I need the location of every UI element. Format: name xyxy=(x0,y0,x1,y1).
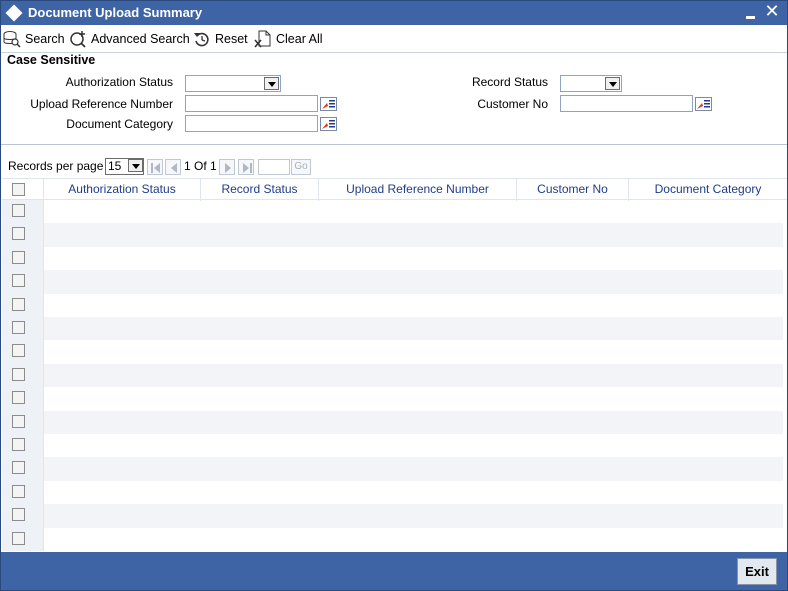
minimize-button[interactable] xyxy=(742,3,760,23)
page-number-input[interactable] xyxy=(258,159,290,175)
chevron-down-icon[interactable] xyxy=(128,159,143,172)
row-checkbox[interactable] xyxy=(12,321,25,334)
clear-all-button[interactable]: Clear All xyxy=(254,30,323,48)
authorization-status-label: Authorization Status xyxy=(65,75,173,89)
grid-body xyxy=(2,200,787,551)
row-checkbox[interactable] xyxy=(12,484,25,498)
document-category-label: Document Category xyxy=(66,117,173,131)
table-row[interactable] xyxy=(44,247,783,270)
previous-page-button[interactable] xyxy=(165,159,181,175)
last-page-icon xyxy=(243,163,252,173)
window-title: Document Upload Summary xyxy=(28,5,203,20)
row-checkbox[interactable] xyxy=(12,391,25,405)
table-row[interactable] xyxy=(44,457,783,481)
row-checkbox[interactable] xyxy=(12,274,25,288)
table-row[interactable] xyxy=(44,317,783,341)
row-checkbox[interactable] xyxy=(12,438,25,451)
advanced-search-icon xyxy=(69,30,87,48)
table-row[interactable] xyxy=(44,294,783,317)
clear-all-label: Clear All xyxy=(276,32,323,46)
row-checkbox[interactable] xyxy=(12,250,25,264)
search-label: Search xyxy=(25,32,65,46)
upload-reference-number-label: Upload Reference Number xyxy=(30,97,173,111)
chevron-down-icon[interactable] xyxy=(605,77,620,90)
advanced-search-button[interactable]: Advanced Search xyxy=(69,30,190,48)
last-page-button[interactable] xyxy=(238,159,254,175)
first-page-icon xyxy=(151,163,160,173)
table-row[interactable] xyxy=(44,504,783,528)
diamond-icon xyxy=(5,4,23,22)
records-per-page-label: Records per page xyxy=(8,159,104,173)
chevron-down-icon[interactable] xyxy=(264,77,279,90)
first-page-button[interactable] xyxy=(147,159,163,175)
row-checkbox[interactable] xyxy=(12,204,25,217)
reset-icon xyxy=(193,30,211,48)
records-per-page-value: 15 xyxy=(108,159,122,173)
row-checkbox[interactable] xyxy=(12,508,25,522)
row-checkbox[interactable] xyxy=(12,344,25,358)
clear-all-icon xyxy=(254,30,272,48)
upload-reference-lov-icon[interactable] xyxy=(320,97,337,111)
table-row[interactable] xyxy=(44,528,783,551)
reset-label: Reset xyxy=(215,32,248,46)
pagination-bar: Records per page 15 1 Of 1 Go xyxy=(1,156,787,178)
case-sensitive-label: Case Sensitive xyxy=(7,53,96,67)
record-status-select[interactable] xyxy=(560,75,622,92)
column-header-customer-no[interactable]: Customer No xyxy=(517,179,629,201)
row-checkbox[interactable] xyxy=(12,227,25,241)
table-row[interactable] xyxy=(44,410,783,434)
column-header-authorization-status[interactable]: Authorization Status xyxy=(44,179,201,201)
header-select-all-cell xyxy=(2,179,44,201)
grid-header: Authorization Status Record Status Uploa… xyxy=(2,178,787,201)
results-grid: Authorization Status Record Status Uploa… xyxy=(2,178,787,551)
table-row[interactable] xyxy=(44,434,783,457)
select-all-checkbox[interactable] xyxy=(12,183,25,196)
customer-no-input[interactable] xyxy=(560,95,693,112)
table-row[interactable] xyxy=(44,270,783,294)
column-header-upload-reference-number[interactable]: Upload Reference Number xyxy=(319,179,517,201)
row-checkbox[interactable] xyxy=(12,414,25,428)
table-row[interactable] xyxy=(44,223,783,247)
close-button[interactable]: ✕ xyxy=(763,1,781,21)
exit-button[interactable]: Exit xyxy=(737,558,777,585)
go-button[interactable]: Go xyxy=(291,159,311,175)
table-row[interactable] xyxy=(44,340,783,363)
reset-button[interactable]: Reset xyxy=(193,30,248,48)
row-checkbox[interactable] xyxy=(12,461,25,475)
customer-no-label: Customer No xyxy=(477,97,548,111)
document-upload-summary-window: Document Upload Summary ✕ Search Advance… xyxy=(0,0,788,591)
row-checkbox[interactable] xyxy=(12,367,25,381)
previous-page-icon xyxy=(171,163,177,173)
records-per-page-select[interactable]: 15 xyxy=(105,158,144,175)
table-row[interactable] xyxy=(44,200,783,223)
next-page-button[interactable] xyxy=(219,159,235,175)
record-status-label: Record Status xyxy=(471,75,548,89)
search-button[interactable]: Search xyxy=(3,30,65,48)
column-header-record-status[interactable]: Record Status xyxy=(201,179,319,201)
table-row[interactable] xyxy=(44,481,783,504)
customer-no-lov-icon[interactable] xyxy=(695,97,712,111)
advanced-search-label: Advanced Search xyxy=(91,32,190,46)
table-row[interactable] xyxy=(44,363,783,388)
upload-reference-number-input[interactable] xyxy=(185,95,318,112)
toolbar: Search Advanced Search Reset Clear All xyxy=(1,25,787,52)
title-bar: Document Upload Summary ✕ xyxy=(1,1,787,25)
search-criteria-panel: Case Sensitive Authorization Status Uplo… xyxy=(1,53,787,145)
row-checkbox[interactable] xyxy=(12,531,25,545)
database-search-icon xyxy=(3,30,21,48)
document-category-lov-icon[interactable] xyxy=(320,117,337,131)
footer-bar: Exit xyxy=(1,552,787,590)
row-checkbox[interactable] xyxy=(12,297,25,311)
table-row[interactable] xyxy=(44,387,783,410)
column-header-document-category[interactable]: Document Category xyxy=(629,179,787,201)
document-category-input[interactable] xyxy=(185,115,318,132)
page-indicator: 1 Of 1 xyxy=(184,159,217,173)
authorization-status-select[interactable] xyxy=(185,75,281,92)
next-page-icon xyxy=(225,163,231,173)
